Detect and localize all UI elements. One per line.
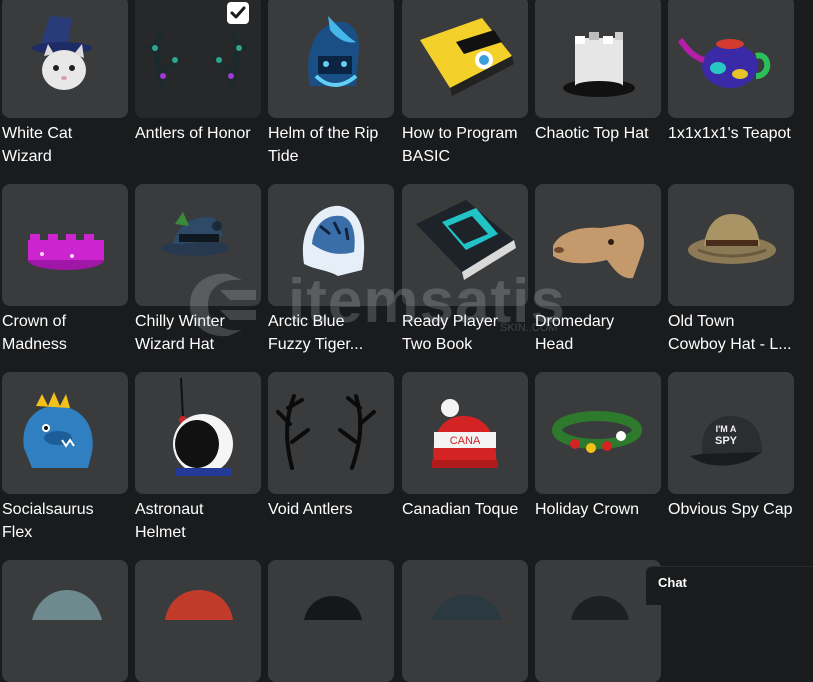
item-name: Obvious Spy Cap	[668, 501, 793, 518]
item-name: Antlers of Honor	[135, 125, 251, 142]
catalog-item-obvious-spy-cap[interactable]: I'M A SPY Obvious Spy Cap	[668, 372, 794, 518]
catalog-item-astronaut-helmet[interactable]: Astronaut Helmet	[135, 372, 261, 541]
chat-bar[interactable]: Chat	[646, 567, 813, 605]
catalog-item-void-antlers[interactable]: Void Antlers	[268, 372, 394, 518]
item-name: Old Town Cowboy Hat - L...	[668, 313, 792, 353]
toque-icon: CANA	[402, 372, 528, 494]
rip-tide-helm-icon	[268, 0, 394, 118]
cowboy-hat-icon	[668, 184, 794, 306]
catalog-item-canadian-toque[interactable]: CANA Canadian Toque	[402, 372, 528, 518]
toque-text: CANA	[450, 435, 481, 447]
tiger-hood-icon	[268, 184, 394, 306]
catalog-item-antlers-of-honor[interactable]: Antlers of Honor	[135, 0, 261, 142]
catalog-item-holiday-crown[interactable]: Holiday Crown	[535, 372, 661, 518]
item-name: Holiday Crown	[535, 501, 640, 518]
item-name: Astronaut Helmet	[135, 501, 204, 541]
chat-label: Chat	[658, 575, 687, 590]
item-name: Chaotic Top Hat	[535, 125, 649, 142]
catalog-item-chilly-winter-wizard-hat[interactable]: Chilly Winter Wizard Hat	[135, 184, 261, 353]
item-name: Crown of Madness	[2, 313, 67, 353]
book-icon	[402, 184, 528, 306]
catalog-item-socialsaurus-flex[interactable]: Socialsaurus Flex	[2, 372, 128, 541]
item-name: Chilly Winter Wizard Hat	[135, 313, 225, 353]
white-cat-wizard-hat-icon	[2, 0, 128, 118]
catalog-item-partial-4[interactable]	[402, 560, 528, 682]
catalog-item-partial-5[interactable]	[535, 560, 661, 682]
item-name: 1x1x1x1's Teapot	[668, 125, 791, 142]
catalog-item-old-town-cowboy-hat[interactable]: Old Town Cowboy Hat - L...	[668, 184, 794, 353]
catalog-item-white-cat-wizard[interactable]: White Cat Wizard	[2, 0, 128, 165]
item-name: Socialsaurus Flex	[2, 501, 94, 541]
catalog-item-partial-3[interactable]	[268, 560, 394, 682]
catalog-item-crown-of-madness[interactable]: Crown of Madness	[2, 184, 128, 353]
item-name: Void Antlers	[268, 501, 353, 518]
catalog-item-teapot[interactable]: 1x1x1x1's Teapot	[668, 0, 794, 142]
spy-cap-text-line1: I'M A	[716, 424, 737, 434]
teapot-icon	[668, 0, 794, 118]
holiday-wreath-icon	[535, 372, 661, 494]
void-antlers-icon	[268, 372, 394, 494]
item-name: Ready Player Two Book	[402, 313, 499, 353]
item-thumbnail	[268, 560, 394, 682]
item-name: How to Program BASIC	[402, 125, 518, 165]
winter-wizard-hat-icon	[135, 184, 261, 306]
item-name: White Cat Wizard	[2, 125, 73, 165]
catalog-item-helm-of-the-rip-tide[interactable]: Helm of the Rip Tide	[268, 0, 394, 165]
catalog-item-ready-player-two-book[interactable]: Ready Player Two Book	[402, 184, 528, 353]
catalog-item-partial-2[interactable]	[135, 560, 261, 682]
item-name: Canadian Toque	[402, 501, 519, 518]
item-thumbnail	[402, 560, 528, 682]
item-thumbnail	[535, 560, 661, 682]
spy-cap-text-line2: SPY	[715, 435, 738, 447]
catalog-item-arctic-blue-fuzzy-tiger[interactable]: Arctic Blue Fuzzy Tiger...	[268, 184, 394, 353]
antlers-of-honor-icon	[135, 0, 261, 118]
astronaut-helmet-icon	[135, 372, 261, 494]
basic-book-icon	[402, 0, 528, 118]
catalog-item-chaotic-top-hat[interactable]: Chaotic Top Hat	[535, 0, 661, 142]
selected-checkmark-icon[interactable]	[227, 2, 249, 24]
catalog-item-dromedary-head[interactable]: Dromedary Head	[535, 184, 661, 353]
chaotic-top-hat-icon	[535, 0, 661, 118]
camel-head-icon	[535, 184, 661, 306]
catalog-item-how-to-program-basic[interactable]: How to Program BASIC	[402, 0, 528, 165]
item-name: Dromedary Head	[535, 313, 615, 353]
crown-icon	[2, 184, 128, 306]
spy-cap-icon: I'M A SPY	[668, 372, 794, 494]
catalog-item-partial-1[interactable]	[2, 560, 128, 682]
item-name: Arctic Blue Fuzzy Tiger...	[268, 313, 364, 353]
item-name: Helm of the Rip Tide	[268, 125, 379, 165]
item-thumbnail	[135, 560, 261, 682]
item-thumbnail	[2, 560, 128, 682]
dinosaur-hat-icon	[2, 372, 128, 494]
